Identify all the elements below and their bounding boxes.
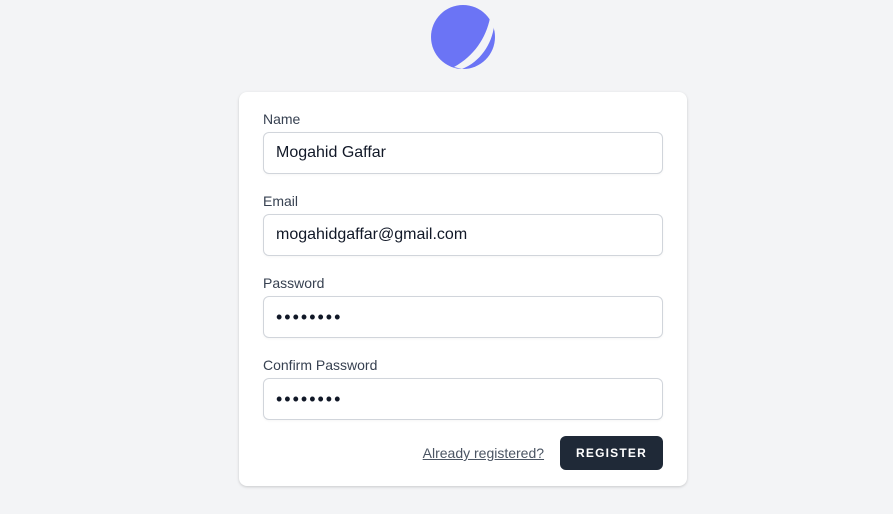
form-footer: Already registered? REGISTER: [263, 436, 663, 470]
email-field[interactable]: [263, 214, 663, 256]
email-label: Email: [263, 193, 299, 209]
register-form: Name Email Password Confirm Password Alr…: [239, 92, 687, 486]
password-label: Password: [263, 275, 325, 291]
app-logo-icon: [431, 5, 495, 69]
confirm-password-field[interactable]: [263, 378, 663, 420]
name-label: Name: [263, 111, 301, 127]
name-field[interactable]: [263, 132, 663, 174]
already-registered-link[interactable]: Already registered?: [423, 445, 544, 461]
confirm-password-label: Confirm Password: [263, 357, 378, 373]
register-button[interactable]: REGISTER: [560, 436, 663, 470]
password-field[interactable]: [263, 296, 663, 338]
